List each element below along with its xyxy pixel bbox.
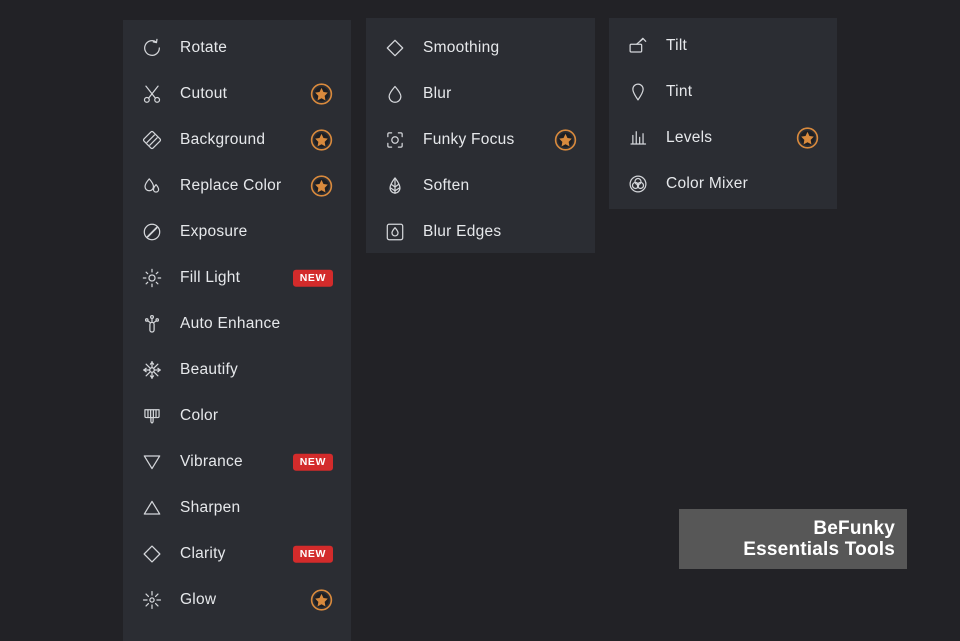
menu-item-vibrance[interactable]: Vibrance NEW bbox=[123, 439, 351, 485]
menu-item-blur-edges[interactable]: Blur Edges bbox=[366, 209, 595, 255]
menu-item-label: Blur Edges bbox=[423, 223, 501, 241]
premium-star-icon bbox=[310, 175, 333, 198]
new-badge: NEW bbox=[293, 454, 333, 471]
premium-star-icon bbox=[554, 129, 577, 152]
menu-item-color-mixer[interactable]: Color Mixer bbox=[609, 161, 837, 207]
badge-container: NEW bbox=[293, 270, 333, 287]
menu-item-smoothing[interactable]: Smoothing bbox=[366, 25, 595, 71]
menu-item-label: Vibrance bbox=[180, 453, 243, 471]
menu-item-levels[interactable]: Levels bbox=[609, 115, 837, 161]
tilt-icon bbox=[627, 35, 649, 57]
premium-star-icon bbox=[310, 129, 333, 152]
menu-item-clarity[interactable]: Clarity NEW bbox=[123, 531, 351, 577]
screenshot-stage: Rotate Cutout Background Replace Color Expos… bbox=[0, 0, 960, 641]
menu-item-funky-focus[interactable]: Funky Focus bbox=[366, 117, 595, 163]
caption-line-1: BeFunky bbox=[813, 518, 895, 539]
fill-light-icon bbox=[141, 267, 163, 289]
menu-list-edit: Rotate Cutout Background Replace Color Expos… bbox=[123, 20, 351, 623]
badge-container bbox=[310, 129, 333, 152]
menu-item-glow[interactable]: Glow bbox=[123, 577, 351, 623]
color-brush-icon bbox=[141, 405, 163, 427]
caption-box: BeFunky Essentials Tools bbox=[679, 509, 907, 569]
background-icon bbox=[141, 129, 163, 151]
premium-star-icon bbox=[796, 127, 819, 150]
menu-item-label: Sharpen bbox=[180, 499, 240, 517]
menu-item-cutout[interactable]: Cutout bbox=[123, 71, 351, 117]
new-badge: NEW bbox=[293, 546, 333, 563]
badge-container: NEW bbox=[293, 546, 333, 563]
essentials-color-panel: Tilt Tint Levels Color Mixer bbox=[609, 18, 837, 209]
premium-star-icon bbox=[310, 83, 333, 106]
funky-focus-icon bbox=[384, 129, 406, 151]
blur-icon bbox=[384, 83, 406, 105]
menu-item-label: Background bbox=[180, 131, 265, 149]
menu-item-label: Tilt bbox=[666, 37, 687, 55]
menu-item-label: Cutout bbox=[180, 85, 227, 103]
menu-list-blur: Smoothing Blur Funky Focus Soften Blur Edges bbox=[366, 18, 595, 255]
menu-list-color: Tilt Tint Levels Color Mixer bbox=[609, 18, 837, 207]
menu-item-label: Color Mixer bbox=[666, 175, 748, 193]
menu-item-fill-light[interactable]: Fill Light NEW bbox=[123, 255, 351, 301]
rotate-icon bbox=[141, 37, 163, 59]
essentials-blur-panel: Smoothing Blur Funky Focus Soften Blur Edges bbox=[366, 18, 595, 253]
scissors-icon bbox=[141, 83, 163, 105]
clarity-icon bbox=[141, 543, 163, 565]
menu-item-label: Clarity bbox=[180, 545, 226, 563]
menu-item-label: Glow bbox=[180, 591, 216, 609]
menu-item-color[interactable]: Color bbox=[123, 393, 351, 439]
blur-edges-icon bbox=[384, 221, 406, 243]
menu-item-label: Exposure bbox=[180, 223, 247, 241]
levels-icon bbox=[627, 127, 649, 149]
smoothing-icon bbox=[384, 37, 406, 59]
vibrance-icon bbox=[141, 451, 163, 473]
soften-icon bbox=[384, 175, 406, 197]
color-mixer-icon bbox=[627, 173, 649, 195]
exposure-icon bbox=[141, 221, 163, 243]
menu-item-label: Auto Enhance bbox=[180, 315, 280, 333]
badge-container bbox=[554, 129, 577, 152]
caption-line-2: Essentials Tools bbox=[743, 539, 895, 560]
tint-icon bbox=[627, 81, 649, 103]
menu-item-replace-color[interactable]: Replace Color bbox=[123, 163, 351, 209]
menu-item-blur[interactable]: Blur bbox=[366, 71, 595, 117]
badge-container bbox=[310, 589, 333, 612]
menu-item-exposure[interactable]: Exposure bbox=[123, 209, 351, 255]
essentials-edit-panel: Rotate Cutout Background Replace Color Expos… bbox=[123, 20, 351, 641]
menu-item-label: Tint bbox=[666, 83, 692, 101]
menu-item-auto-enhance[interactable]: Auto Enhance bbox=[123, 301, 351, 347]
menu-item-sharpen[interactable]: Sharpen bbox=[123, 485, 351, 531]
beautify-icon bbox=[141, 359, 163, 381]
menu-item-tint[interactable]: Tint bbox=[609, 69, 837, 115]
menu-item-label: Replace Color bbox=[180, 177, 281, 195]
badge-container: NEW bbox=[293, 454, 333, 471]
menu-item-tilt[interactable]: Tilt bbox=[609, 23, 837, 69]
menu-item-label: Soften bbox=[423, 177, 469, 195]
badge-container bbox=[310, 175, 333, 198]
menu-item-label: Levels bbox=[666, 129, 712, 147]
menu-item-label: Funky Focus bbox=[423, 131, 514, 149]
sharpen-icon bbox=[141, 497, 163, 519]
menu-item-beautify[interactable]: Beautify bbox=[123, 347, 351, 393]
menu-item-label: Smoothing bbox=[423, 39, 499, 57]
menu-item-background[interactable]: Background bbox=[123, 117, 351, 163]
menu-item-rotate[interactable]: Rotate bbox=[123, 25, 351, 71]
premium-star-icon bbox=[310, 589, 333, 612]
menu-item-label: Rotate bbox=[180, 39, 227, 57]
menu-item-label: Blur bbox=[423, 85, 452, 103]
menu-item-label: Beautify bbox=[180, 361, 238, 379]
glow-icon bbox=[141, 589, 163, 611]
menu-item-label: Color bbox=[180, 407, 218, 425]
new-badge: NEW bbox=[293, 270, 333, 287]
badge-container bbox=[310, 83, 333, 106]
droplet-pair-icon bbox=[141, 175, 163, 197]
menu-item-soften[interactable]: Soften bbox=[366, 163, 595, 209]
auto-enhance-icon bbox=[141, 313, 163, 335]
menu-item-label: Fill Light bbox=[180, 269, 240, 287]
badge-container bbox=[796, 127, 819, 150]
